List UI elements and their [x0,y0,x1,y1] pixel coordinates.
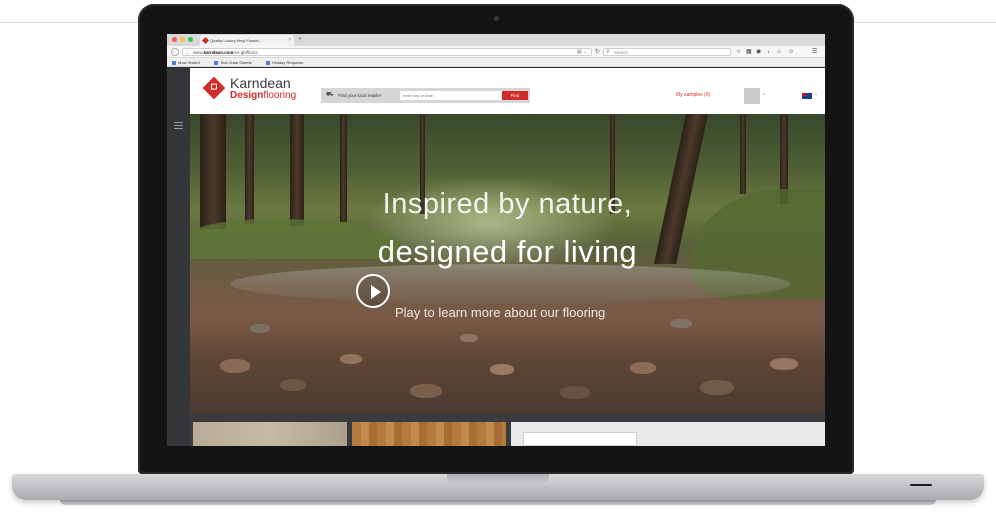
clipboard-icon[interactable]: ▦ [746,48,752,56]
window-minimize-button[interactable] [180,37,185,42]
river-stone [460,334,478,342]
pocket-icon[interactable]: ◉ [756,48,761,56]
site-sidebar [167,68,190,446]
hero-banner: Inspired by nature, designed for living … [190,114,825,414]
product-thumbnails [190,414,825,446]
retailer-finder: ⛟ Find your local retailer Find [321,88,530,103]
logo-tagline-bold: Design [230,90,264,101]
karndean-logo-icon[interactable] [202,76,226,100]
river-stone [770,358,798,370]
laptop-screen: Quality Luxury Vinyl Floorin... × + ← ⓘ … [167,34,825,446]
webcam [494,16,499,21]
retailer-label: Find your local retailer [338,93,382,98]
power-indicator [910,484,932,486]
reload-icon[interactable]: ↻ [595,48,600,56]
river-stone [280,379,306,391]
url-path: /en-gb/floors [233,50,258,55]
find-retailer-button[interactable]: Find [502,91,528,100]
logo-tagline-rest: flooring [263,90,297,101]
river-stone [630,362,656,374]
promo-panel [511,422,825,446]
browser-tab-karndean[interactable]: Quality Luxury Vinyl Floorin... × [200,35,294,46]
hero-headline: Inspired by nature, [382,188,633,220]
river-stone [700,380,734,395]
laptop-thumb-notch [447,474,549,484]
hamburger-menu-icon[interactable] [174,122,183,131]
logo-wordmark[interactable]: Karndean [230,75,291,91]
stone-floor-thumbnail[interactable] [193,422,347,446]
bookmark-label: Most Visited [178,60,200,65]
promo-card[interactable] [523,432,637,446]
river-stone [410,384,442,398]
logo-tagline: Designflooring [230,90,296,101]
tab-close-icon[interactable]: × [288,35,291,46]
folder-icon [172,60,176,65]
reader-view-icon[interactable]: ▤ ⌄ [577,49,587,56]
new-tab-button[interactable]: + [298,34,302,46]
window-zoom-button[interactable] [188,37,193,42]
river-stone [560,386,590,399]
product-screenshot: Quality Luxury Vinyl Floorin... × + ← ⓘ … [0,0,996,515]
account-avatar-icon[interactable] [744,88,760,104]
address-bar[interactable]: ⓘ www.karndean.com/en-gb/floors ▤ ⌄ [182,48,592,56]
home-icon[interactable]: ⌂ [777,48,781,56]
bookmark-most-visited[interactable]: Most Visited [172,58,200,67]
search-icon: ⚲ [606,49,610,55]
back-arrow-icon[interactable]: ← [171,48,179,56]
site-info-icon[interactable]: ⓘ [185,50,189,57]
laptop-lid: Quality Luxury Vinyl Floorin... × + ← ⓘ … [138,4,854,474]
play-video-caption[interactable]: Play to learn more about our flooring [395,305,605,320]
bookmark-label: Holiday Requests [272,60,304,65]
bookmark-icon [214,60,218,65]
search-placeholder: Search [614,50,628,55]
play-icon[interactable] [356,274,390,308]
search-input[interactable]: ⚲ Search [603,48,731,56]
bookmark-tech-data-sheets[interactable]: Tech Data Sheets [214,58,252,67]
river-stone [490,364,514,375]
bookmark-icon [266,60,270,65]
site-header: Karndean Designflooring ⛟ Find your loca… [190,68,825,114]
bookmark-holiday-requests[interactable]: Holiday Requests [266,58,303,67]
url-prefix: www. [193,50,204,55]
menu-icon[interactable]: ☰ [812,48,817,56]
hero-subheadline: designed for living [377,234,638,269]
tree-trunk [740,114,746,194]
forest-stream [230,264,790,304]
retailer-city-input[interactable] [400,91,502,100]
chevron-down-icon[interactable]: ⌄ [814,91,818,97]
window-close-button[interactable] [172,37,177,42]
my-samples-link[interactable]: My samples (0) [676,92,710,98]
browser-tab-bar: Quality Luxury Vinyl Floorin... × + [167,34,825,46]
bookmarks-bar: Most Visited Tech Data Sheets Holiday Re… [167,58,825,67]
wood-floor-thumbnail[interactable] [352,422,506,446]
download-icon[interactable]: ↓ [767,48,770,56]
bookmark-label: Tech Data Sheets [220,60,252,65]
river-stone [250,324,270,333]
river-stone [340,354,362,364]
australia-flag-icon[interactable] [802,93,812,99]
river-stone [220,359,250,373]
karndean-favicon-icon [201,36,210,45]
browser-nav-bar: ← ⓘ www.karndean.com/en-gb/floors ▤ ⌄ ↻ … [167,46,825,58]
tab-title: Quality Luxury Vinyl Floorin... [210,38,262,43]
bookmark-star-icon[interactable]: ☆ [736,48,741,56]
laptop-base-underside [60,500,936,505]
sync-icon[interactable]: ☺ [788,48,794,56]
river-stone [670,319,692,328]
chevron-down-icon[interactable]: ⌄ [762,91,766,97]
url-domain: karndean.com [203,50,234,55]
delivery-van-icon: ⛟ [326,92,334,98]
